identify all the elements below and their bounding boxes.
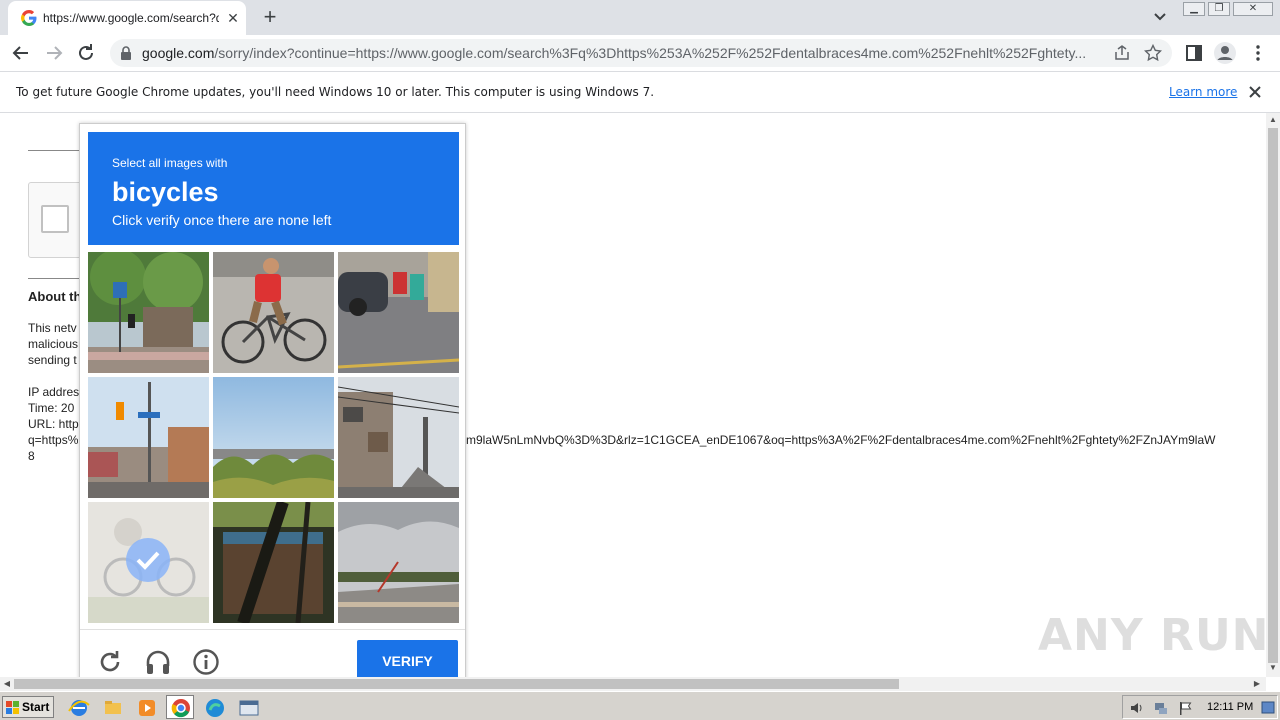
scroll-down-arrow-icon[interactable]: ▼ bbox=[1266, 661, 1280, 675]
image-tile[interactable] bbox=[338, 252, 459, 373]
image-tile[interactable] bbox=[88, 252, 209, 373]
chevron-down-icon[interactable] bbox=[1150, 9, 1170, 25]
anyrun-watermark: ANY RUN bbox=[1038, 610, 1270, 661]
recaptcha-checkbox[interactable] bbox=[41, 205, 69, 233]
system-tray: 12:11 PM bbox=[1122, 695, 1278, 719]
image-grid bbox=[88, 252, 459, 623]
reload-icon[interactable] bbox=[96, 648, 124, 676]
update-infobar: To get future Google Chrome updates, you… bbox=[0, 71, 1280, 113]
profile-avatar-icon[interactable] bbox=[1213, 41, 1237, 65]
url-host: google.com bbox=[142, 45, 215, 61]
tab-strip: https://www.google.com/search?q=https%3A… bbox=[0, 0, 1280, 35]
scroll-up-arrow-icon[interactable]: ▲ bbox=[1266, 113, 1280, 127]
action-center-flag-icon[interactable] bbox=[1177, 700, 1193, 716]
reload-icon[interactable] bbox=[74, 41, 98, 65]
address-bar[interactable]: google.com/sorry/index?continue=https://… bbox=[110, 39, 1172, 67]
recaptcha-challenge: Select all images with bicycles Click ve… bbox=[79, 123, 466, 683]
url-line-end: 8 bbox=[28, 449, 35, 463]
image-tile[interactable] bbox=[338, 502, 459, 623]
infobar-message: To get future Google Chrome updates, you… bbox=[16, 85, 655, 99]
tab-title: https://www.google.com/search?q=https%3A… bbox=[43, 11, 219, 25]
vertical-scroll-thumb[interactable] bbox=[1268, 128, 1278, 663]
image-tile[interactable] bbox=[338, 377, 459, 498]
bookmark-star-icon[interactable] bbox=[1144, 44, 1162, 62]
chrome-icon[interactable] bbox=[166, 695, 194, 719]
url-line-tail: m9laW5nLmNvbQ%3D%3D&rlz=1C1GCEA_enDE1067… bbox=[466, 433, 1216, 447]
start-button[interactable]: Start bbox=[2, 696, 54, 718]
horizontal-scrollbar[interactable]: ◀ ▶ bbox=[0, 677, 1266, 691]
minimize-button[interactable]: ▁ bbox=[1183, 2, 1205, 16]
explanation-line: This netv bbox=[28, 321, 77, 335]
explanation-line: malicious bbox=[28, 337, 79, 351]
image-tile-selected[interactable] bbox=[88, 502, 209, 623]
learn-more-link[interactable]: Learn more bbox=[1169, 85, 1237, 99]
ip-address-line: IP addres bbox=[28, 385, 80, 399]
divider bbox=[28, 150, 83, 151]
lock-icon[interactable] bbox=[120, 46, 132, 60]
horizontal-scroll-thumb[interactable] bbox=[14, 679, 899, 689]
tab-close-icon[interactable]: ✕ bbox=[224, 9, 242, 27]
url-path: /sorry/index?continue=https://www.google… bbox=[214, 45, 1087, 61]
image-tile[interactable] bbox=[213, 502, 334, 623]
challenge-instruction: Select all images with bbox=[112, 156, 228, 170]
challenge-hint: Click verify once there are none left bbox=[112, 212, 332, 228]
edge-icon[interactable] bbox=[200, 695, 228, 719]
side-panel-icon[interactable] bbox=[1182, 41, 1206, 65]
scroll-left-arrow-icon[interactable]: ◀ bbox=[0, 677, 14, 691]
challenge-header: Select all images with bicycles Click ve… bbox=[88, 132, 459, 245]
about-heading: About th bbox=[28, 289, 82, 304]
share-icon[interactable] bbox=[1113, 44, 1131, 62]
url-line-cont: q=https% bbox=[28, 433, 79, 447]
time-line: Time: 20 bbox=[28, 401, 75, 415]
close-window-button[interactable]: ✕ bbox=[1233, 2, 1273, 16]
windows-logo-icon bbox=[6, 701, 19, 714]
vertical-scrollbar[interactable]: ▲ ▼ bbox=[1266, 113, 1280, 677]
file-explorer-icon[interactable] bbox=[98, 695, 126, 719]
image-tile[interactable] bbox=[213, 377, 334, 498]
url-line: URL: http bbox=[28, 417, 79, 431]
show-desktop-icon[interactable] bbox=[1261, 700, 1275, 716]
network-icon[interactable] bbox=[1153, 700, 1169, 716]
new-tab-icon[interactable]: + bbox=[258, 6, 282, 30]
volume-icon[interactable] bbox=[1129, 700, 1145, 716]
forward-icon[interactable] bbox=[42, 41, 66, 65]
url-text[interactable]: google.com/sorry/index?continue=https://… bbox=[142, 45, 1112, 63]
menu-kebab-icon[interactable] bbox=[1246, 41, 1270, 65]
windows-taskbar: Start 12:11 PM bbox=[0, 691, 1280, 720]
audio-headphones-icon[interactable] bbox=[144, 648, 172, 676]
image-tile[interactable] bbox=[88, 377, 209, 498]
divider bbox=[28, 278, 83, 279]
image-tile[interactable] bbox=[213, 252, 334, 373]
info-icon[interactable] bbox=[192, 648, 220, 676]
back-icon[interactable] bbox=[9, 41, 33, 65]
challenge-object: bicycles bbox=[112, 177, 219, 207]
close-icon[interactable] bbox=[1247, 84, 1263, 100]
challenge-footer: VERIFY bbox=[80, 629, 465, 684]
browser-tab[interactable]: https://www.google.com/search?q=https%3A… bbox=[8, 1, 246, 35]
taskbar-clock[interactable]: 12:11 PM bbox=[1207, 701, 1253, 713]
application-window-icon[interactable] bbox=[234, 695, 262, 719]
google-icon bbox=[21, 10, 37, 26]
verify-button[interactable]: VERIFY bbox=[357, 640, 458, 682]
explanation-line: sending t bbox=[28, 353, 77, 367]
media-player-icon[interactable] bbox=[132, 695, 160, 719]
restore-button[interactable]: ❐ bbox=[1208, 2, 1230, 16]
start-label: Start bbox=[22, 700, 50, 714]
toolbar: google.com/sorry/index?continue=https://… bbox=[0, 35, 1280, 71]
scroll-right-arrow-icon[interactable]: ▶ bbox=[1250, 677, 1264, 691]
internet-explorer-icon[interactable] bbox=[64, 695, 92, 719]
